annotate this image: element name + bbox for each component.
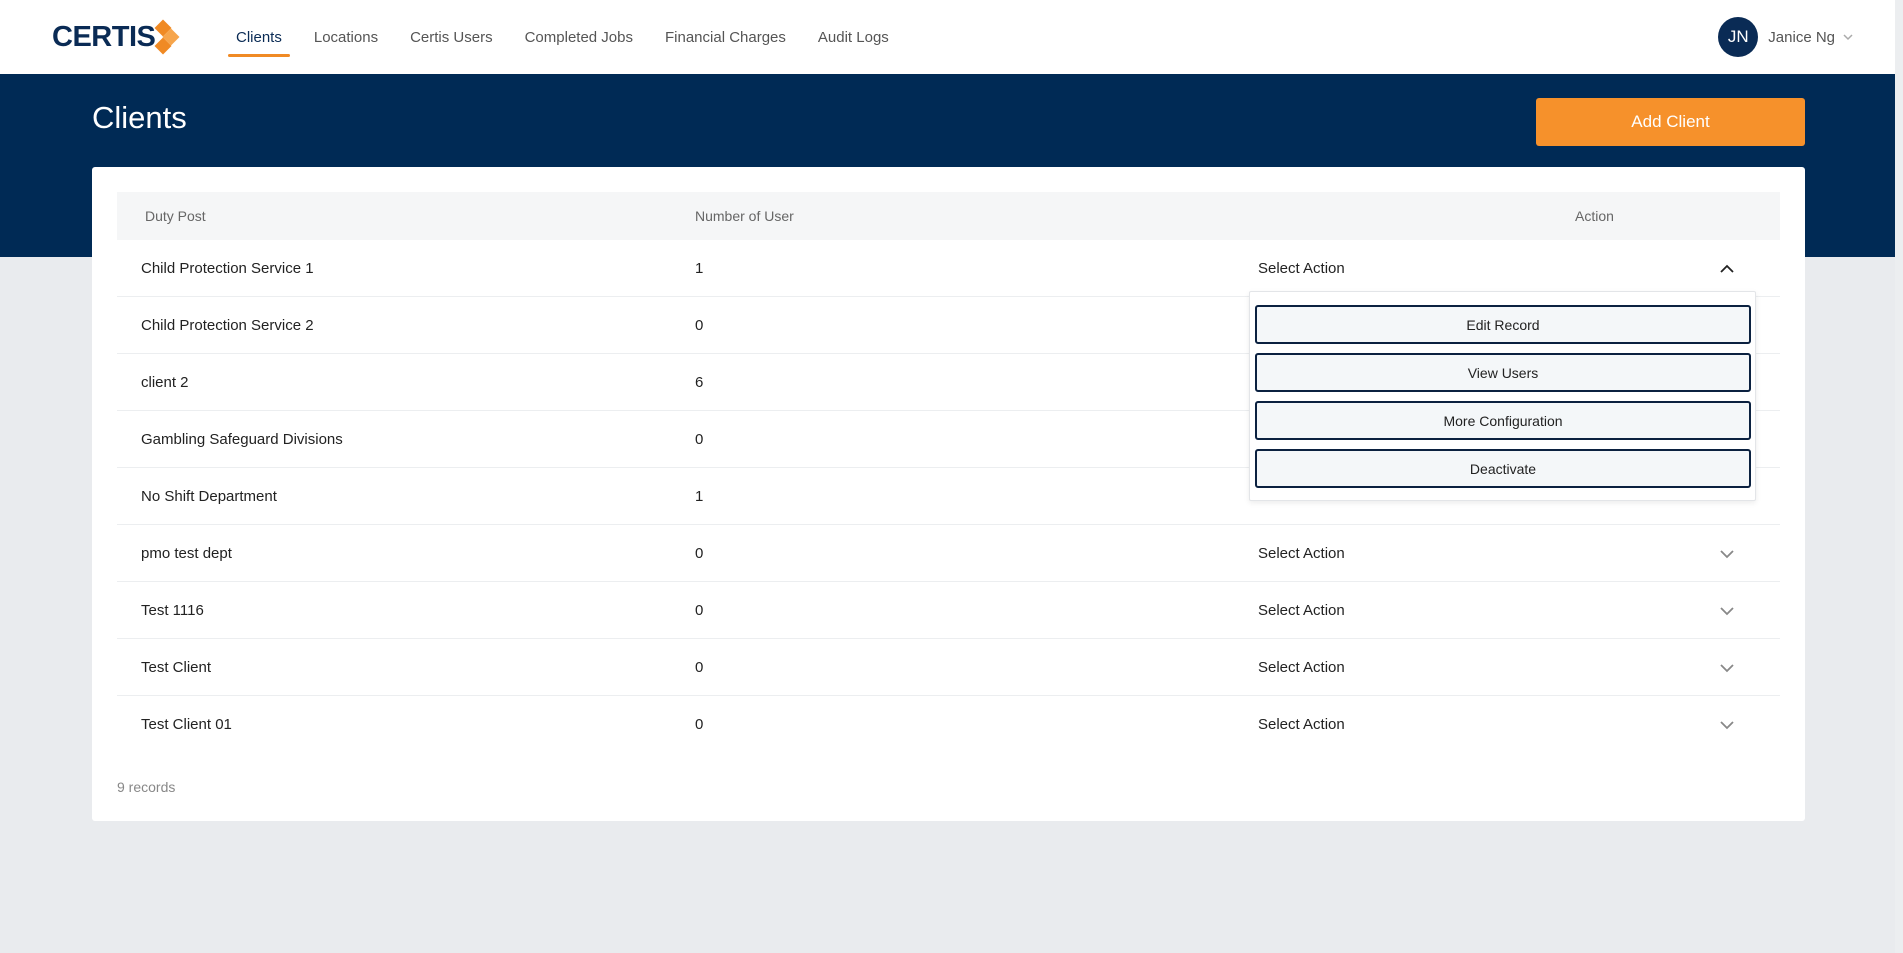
records-count: 9 records <box>117 779 176 795</box>
column-header-duty-post: Duty Post <box>145 208 206 224</box>
nav-item-certis-users[interactable]: Certis Users <box>394 0 509 74</box>
more-configuration-button[interactable]: More Configuration <box>1255 401 1751 440</box>
certis-logo[interactable]: CERTIS <box>52 19 183 55</box>
chevron-down-icon[interactable] <box>1717 582 1737 639</box>
nav-item-completed-jobs[interactable]: Completed Jobs <box>509 0 649 74</box>
duty-post-name: Child Protection Service 2 <box>141 317 314 334</box>
user-name: Janice Ng <box>1768 28 1835 46</box>
top-navbar: CERTIS Clients Locations Certis Users Co… <box>0 0 1903 74</box>
chevron-down-icon[interactable] <box>1717 639 1737 696</box>
table-row: Child Protection Service 1 1 Select Acti… <box>117 240 1780 297</box>
user-count: 6 <box>695 374 704 391</box>
table-row: pmo test dept 0 Select Action <box>117 525 1780 582</box>
select-action-dropdown[interactable]: Select Action <box>1258 582 1345 639</box>
select-action-dropdown[interactable]: Select Action <box>1258 240 1345 297</box>
duty-post-name: Child Protection Service 1 <box>141 260 314 277</box>
scrollbar[interactable] <box>1895 0 1903 953</box>
user-count: 0 <box>695 716 704 733</box>
logo-diamond-icon <box>154 19 183 55</box>
duty-post-name: Gambling Safeguard Divisions <box>141 431 343 448</box>
edit-record-button[interactable]: Edit Record <box>1255 305 1751 344</box>
duty-post-name: Test Client 01 <box>141 716 232 733</box>
table-row: Test Client 01 0 Select Action <box>117 696 1780 753</box>
duty-post-name: No Shift Department <box>141 488 277 505</box>
table-row: Test 1116 0 Select Action <box>117 582 1780 639</box>
duty-post-name: pmo test dept <box>141 545 232 562</box>
nav-item-audit-logs[interactable]: Audit Logs <box>802 0 905 74</box>
user-count: 0 <box>695 317 704 334</box>
select-action-dropdown[interactable]: Select Action <box>1258 525 1345 582</box>
duty-post-name: client 2 <box>141 374 189 391</box>
add-client-button[interactable]: Add Client <box>1536 98 1805 146</box>
logo-text: CERTIS <box>52 20 156 53</box>
user-count: 1 <box>695 260 704 277</box>
user-count: 1 <box>695 488 704 505</box>
avatar: JN <box>1718 17 1759 57</box>
view-users-button[interactable]: View Users <box>1255 353 1751 392</box>
duty-post-name: Test Client <box>141 659 212 676</box>
nav-item-locations[interactable]: Locations <box>298 0 394 74</box>
nav-item-financial-charges[interactable]: Financial Charges <box>649 0 802 74</box>
column-header-action: Action <box>1575 208 1614 224</box>
user-count: 0 <box>695 602 704 619</box>
select-action-dropdown[interactable]: Select Action <box>1258 639 1345 696</box>
user-count: 0 <box>695 431 704 448</box>
chevron-down-icon[interactable] <box>1717 525 1737 582</box>
table-row: Test Client 0 Select Action <box>117 639 1780 696</box>
chevron-up-icon[interactable] <box>1717 240 1737 297</box>
user-menu[interactable]: JN Janice Ng <box>1718 17 1853 57</box>
action-dropdown-menu: Edit Record View Users More Configuratio… <box>1249 291 1756 501</box>
chevron-down-icon[interactable] <box>1717 696 1737 753</box>
user-count: 0 <box>695 659 704 676</box>
main-nav: Clients Locations Certis Users Completed… <box>220 0 905 74</box>
chevron-down-icon <box>1843 34 1853 41</box>
deactivate-button[interactable]: Deactivate <box>1255 449 1751 488</box>
page-title: Clients <box>92 100 187 135</box>
duty-post-name: Test 1116 <box>141 602 204 619</box>
nav-item-clients[interactable]: Clients <box>220 0 298 74</box>
table-header: Duty Post Number of User Action <box>117 192 1780 240</box>
select-action-dropdown[interactable]: Select Action <box>1258 696 1345 753</box>
column-header-number-of-user: Number of User <box>695 208 794 224</box>
user-count: 0 <box>695 545 704 562</box>
